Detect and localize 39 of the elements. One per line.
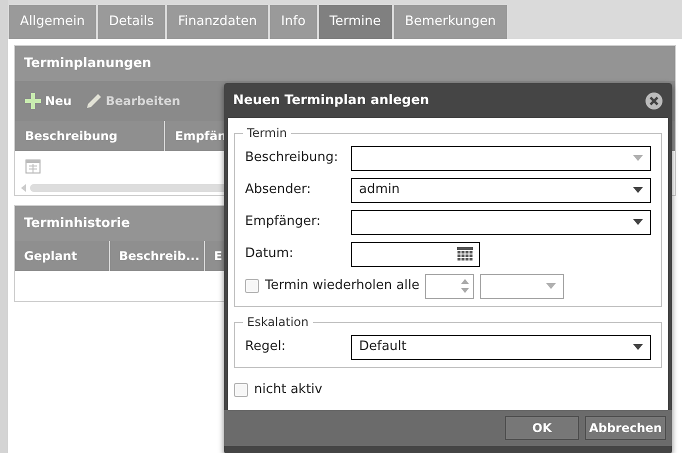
field-label: Absender: <box>245 181 312 200</box>
plus-icon <box>25 93 41 109</box>
tab[interactable]: Termine <box>318 5 392 39</box>
dropdown-value: Default <box>359 338 406 356</box>
dropdown-field[interactable] <box>351 210 651 234</box>
tab[interactable]: Bemerkungen <box>394 5 507 39</box>
dialog-button[interactable]: OK <box>505 416 579 440</box>
checkbox-label: Termin wiederholen alle <box>265 277 420 296</box>
dialog-title: Neuen Terminplan anlegen <box>233 92 430 110</box>
pencil-icon <box>86 93 102 109</box>
scroll-left-icon[interactable] <box>21 184 26 192</box>
column-header[interactable]: Beschreibung <box>15 121 165 151</box>
checkbox[interactable] <box>245 279 259 293</box>
dropdown-field[interactable]: admin <box>351 178 651 202</box>
caret-icon <box>546 283 556 289</box>
fieldset-legend: Termin <box>243 124 292 142</box>
tab[interactable]: Allgemein <box>9 5 96 39</box>
field-label: Datum: <box>245 245 294 264</box>
column-header[interactable]: Geplant <box>15 241 110 271</box>
spinner-arrows-icon[interactable] <box>461 279 470 293</box>
panel-title: Terminplanungen <box>15 46 675 81</box>
dropdown-field[interactable]: Default <box>351 334 651 360</box>
tab[interactable]: Info <box>270 5 317 39</box>
column-header[interactable]: Beschreib... <box>110 241 205 271</box>
close-icon[interactable] <box>645 92 663 110</box>
dialog-button[interactable]: Abbrechen <box>585 416 666 440</box>
unit-dropdown[interactable] <box>480 274 564 298</box>
field-label: Regel: <box>245 338 287 356</box>
dropdown-value: admin <box>359 181 400 200</box>
toolbar-button[interactable]: Neu <box>25 92 72 110</box>
dropdown-field[interactable] <box>351 146 651 170</box>
tab[interactable]: Finanzdaten <box>166 5 268 39</box>
tab[interactable]: Details <box>98 5 165 39</box>
number-spinner[interactable] <box>425 274 474 298</box>
field-label: Beschreibung: <box>245 149 340 168</box>
checkbox-label: nicht aktiv <box>254 381 322 399</box>
fieldset-legend: Eskalation <box>243 313 313 331</box>
checkbox[interactable] <box>234 382 248 397</box>
date-field[interactable] <box>351 242 480 266</box>
